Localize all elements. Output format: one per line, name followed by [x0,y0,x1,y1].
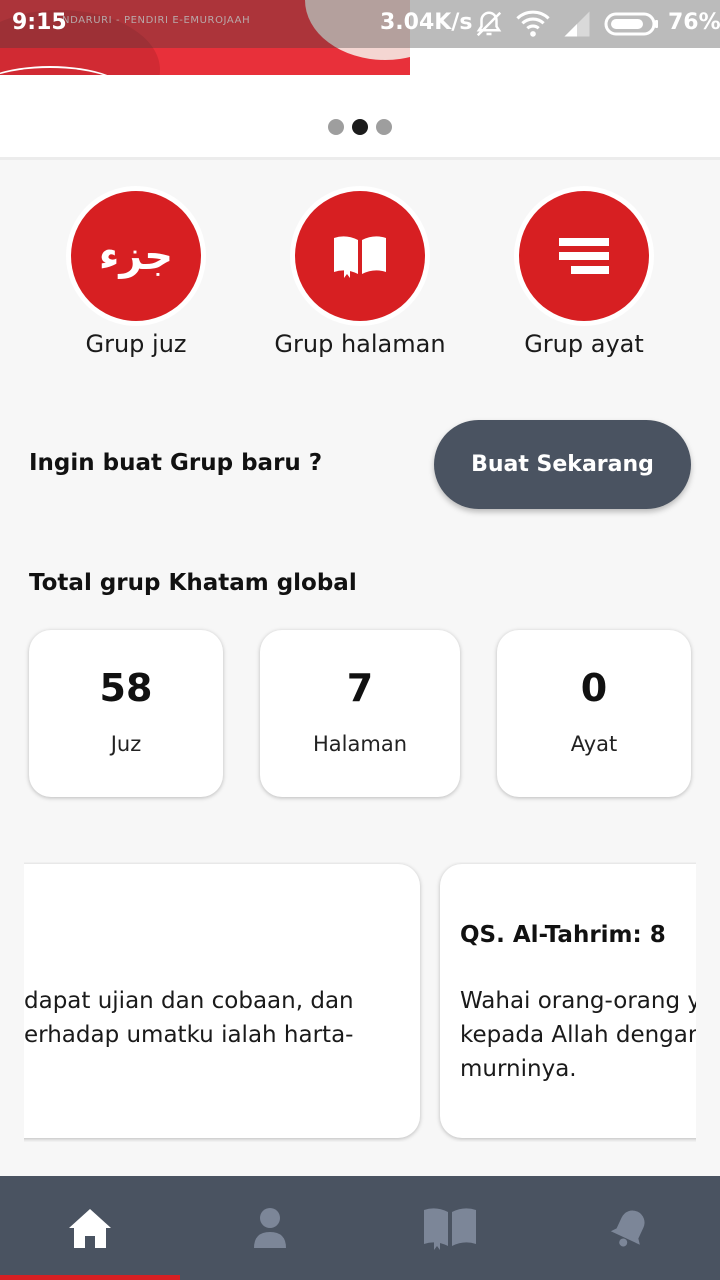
carousel-dot-active[interactable] [352,119,368,135]
group-halaman[interactable]: Grup halaman [260,186,460,358]
battery-percent: 76% [668,10,720,35]
battery-icon [604,12,658,36]
group-ayat[interactable]: Grup ayat [484,186,684,358]
quran-book-icon [424,1208,476,1250]
carousel-dot[interactable] [376,119,392,135]
nav-home[interactable] [0,1176,180,1280]
stat-label: Halaman [313,732,407,756]
quote-carousel[interactable]: dapat ujian dan cobaan, dan erhadap umat… [24,862,696,1142]
carousel-dot[interactable] [328,119,344,135]
home-icon [69,1209,111,1248]
notification-bell-icon [610,1210,645,1247]
nav-notifications[interactable] [540,1176,720,1280]
stat-label: Juz [110,732,142,756]
mute-icon [476,11,502,37]
status-bar: 9:15 3.04K/s 76% [0,0,720,48]
group-halaman-label: Grup halaman [274,330,446,358]
active-tab-indicator [0,1275,180,1280]
stat-card-halaman[interactable]: 7 Halaman [260,630,460,797]
bottom-nav [0,1176,720,1280]
total-groups-title: Total grup Khatam global [29,570,357,596]
stat-card-juz[interactable]: 58 Juz [29,630,223,797]
stat-label: Ayat [570,732,618,756]
stat-value: 7 [346,666,374,710]
quote-card[interactable]: QS. Al-Tahrim: 8 Wahai orang-orang y kep… [440,864,696,1138]
nav-quran[interactable] [360,1176,540,1280]
profile-icon [254,1208,286,1248]
lines-icon [519,191,649,321]
signal-icon [564,11,590,37]
juz-arabic-icon: جزء [71,191,201,321]
wifi-icon [516,10,550,37]
group-juz-label: Grup juz [85,330,187,358]
quote-title: QS. Al-Tahrim: 8 [460,922,666,948]
quote-text: Wahai orang-orang y kepada Allah dengar … [460,988,696,1082]
create-group-question: Ingin buat Grup baru ? [29,450,323,476]
group-juz[interactable]: جزء Grup juz [36,186,236,358]
carousel-indicator [328,119,392,135]
status-time: 9:15 [12,10,67,35]
stat-value: 0 [580,666,608,710]
quote-text: dapat ujian dan cobaan, dan erhadap umat… [24,988,354,1048]
quote-card[interactable]: dapat ujian dan cobaan, dan erhadap umat… [24,864,420,1138]
network-speed: 3.04K/s [380,10,473,35]
create-now-button[interactable]: Buat Sekarang [434,420,691,509]
open-book-icon [295,191,425,321]
nav-profile[interactable] [180,1176,360,1280]
status-icons [474,8,660,40]
stat-value: 58 [99,666,153,710]
group-ayat-label: Grup ayat [524,330,644,358]
stat-card-ayat[interactable]: 0 Ayat [497,630,691,797]
